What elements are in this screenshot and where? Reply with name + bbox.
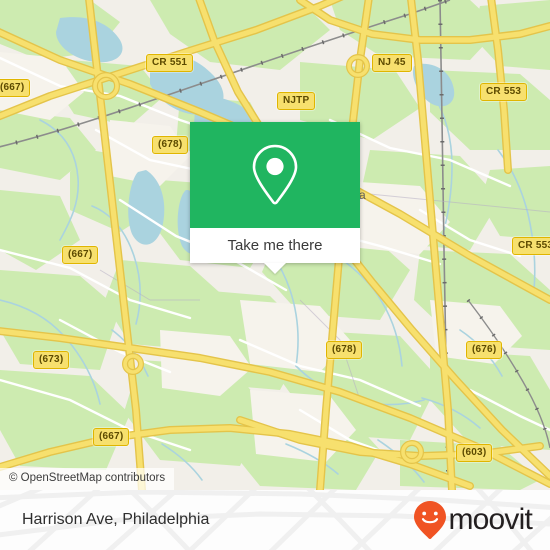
- road-shield: (678): [152, 136, 189, 154]
- popup-pointer-tail: [264, 263, 286, 274]
- road-shield: CR 553: [512, 237, 550, 255]
- moovit-wordmark: moovit: [448, 503, 532, 536]
- location-title: Harrison Ave, Philadelphia: [22, 511, 210, 528]
- location-pin-icon: [252, 144, 298, 205]
- road-shield: (676): [466, 341, 503, 359]
- take-me-there-label: Take me there: [227, 237, 323, 254]
- road-shield: CR 553: [480, 83, 528, 101]
- road-shield: (667): [93, 428, 130, 446]
- moovit-brand[interactable]: moovit: [413, 500, 533, 540]
- road-shield: (673): [33, 351, 70, 369]
- moovit-pin-smiley-icon: [414, 501, 447, 540]
- popup-footer[interactable]: Take me there: [190, 228, 360, 263]
- road-shield: (667): [62, 246, 99, 264]
- location-popup-card[interactable]: Take me there: [190, 122, 360, 274]
- map-canvas[interactable]: CR 551 (667) NJTP NJ 45 CR 553 (678) (66…: [0, 0, 550, 490]
- road-shield: (678): [326, 341, 363, 359]
- footer-bar: Harrison Ave, Philadelphia moovit: [0, 490, 550, 550]
- popup-header: [190, 122, 360, 228]
- map-screenshot-page: CR 551 (667) NJTP NJ 45 CR 553 (678) (66…: [0, 0, 550, 550]
- road-shield: NJ 45: [372, 54, 412, 72]
- road-shield: (667): [0, 79, 31, 97]
- osm-attribution[interactable]: © OpenStreetMap contributors: [0, 468, 175, 490]
- road-shield: (603): [456, 444, 493, 462]
- road-shield: CR 551: [146, 54, 194, 72]
- road-shield: NJTP: [277, 92, 316, 110]
